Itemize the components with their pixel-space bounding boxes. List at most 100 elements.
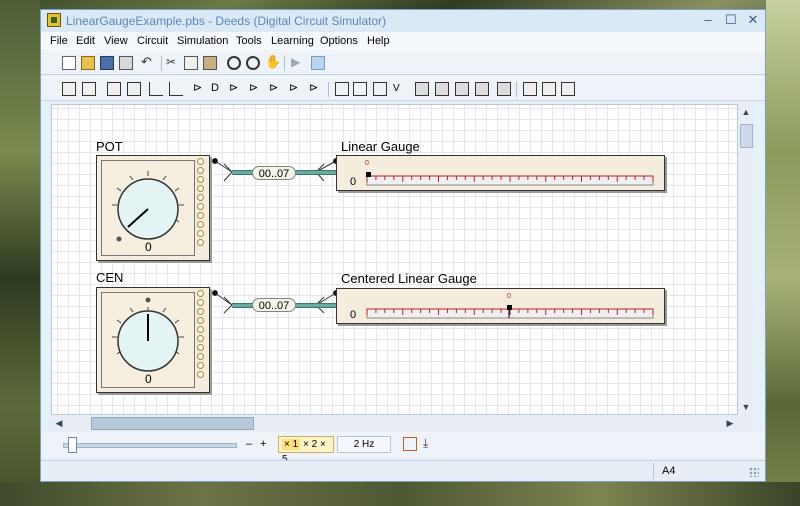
horizontal-scrollbar[interactable]: ◀ ▶ xyxy=(51,415,755,432)
open-icon[interactable] xyxy=(81,56,95,70)
toolbar-separator xyxy=(328,82,329,97)
flipflop-icon[interactable] xyxy=(335,82,349,96)
gauge1-label: Linear Gauge xyxy=(341,139,420,154)
display-2-icon[interactable] xyxy=(542,82,556,96)
menu-tools[interactable]: Tools xyxy=(236,35,262,47)
pot-component[interactable]: 0 xyxy=(96,155,210,261)
component-4-icon[interactable] xyxy=(127,82,141,96)
desktop-background-right xyxy=(766,0,800,506)
bus-label-1: 00..07 xyxy=(252,166,296,180)
resize-grip-icon[interactable] xyxy=(749,467,759,477)
scroll-right-icon[interactable]: ▶ xyxy=(723,416,737,430)
cen-dial-panel: 0 xyxy=(101,292,195,388)
speed-plus-button[interactable]: + xyxy=(260,438,266,450)
vertical-scroll-thumb[interactable] xyxy=(740,124,753,148)
bus-wiring xyxy=(212,158,339,314)
window-title: LinearGaugeExample.pbs - Deeds (Digital … xyxy=(66,14,387,28)
display-3-icon[interactable] xyxy=(561,82,575,96)
cen-value: 0 xyxy=(145,372,152,386)
cen-pins xyxy=(197,290,206,380)
chip-4-icon[interactable] xyxy=(455,82,469,96)
menu-view[interactable]: View xyxy=(104,35,128,47)
gate-nand-icon[interactable]: ⊳ xyxy=(289,82,303,96)
menu-options[interactable]: Options xyxy=(320,35,358,47)
gate-buffer-icon[interactable]: ⊳ xyxy=(193,82,207,96)
gauge2-label: Centered Linear Gauge xyxy=(341,271,477,286)
speed-minus-button[interactable]: – xyxy=(246,438,252,450)
speed-slider-track[interactable] xyxy=(63,443,237,448)
component-1-icon[interactable] xyxy=(62,82,76,96)
chip-2-icon[interactable] xyxy=(415,82,429,96)
minimize-button[interactable]: – xyxy=(699,12,717,28)
menu-file[interactable]: File xyxy=(50,35,68,47)
pot-label: POT xyxy=(96,139,123,154)
component-2-icon[interactable] xyxy=(82,82,96,96)
app-icon xyxy=(47,13,61,27)
component-toolbar: ⊳ D ⊳ ⊳ ⊳ ⊳ ⊳ V xyxy=(41,77,765,101)
cen-label: CEN xyxy=(96,270,124,285)
clock-frequency: 2 Hz xyxy=(337,436,391,453)
title-bar[interactable]: LinearGaugeExample.pbs - Deeds (Digital … xyxy=(41,10,765,32)
speed-x1-option[interactable]: × 1 xyxy=(282,439,301,450)
chip-6-icon[interactable] xyxy=(497,82,511,96)
status-bar: A4 xyxy=(41,460,765,481)
cut-icon[interactable]: ✂ xyxy=(166,56,180,70)
pan-hand-icon[interactable]: ✋ xyxy=(265,55,281,70)
paste-icon[interactable] xyxy=(203,56,217,70)
display-1-icon[interactable] xyxy=(523,82,537,96)
simulation-bar: – + × 1 × 2 × 5 2 Hz ⤓ xyxy=(41,432,765,465)
menu-help[interactable]: Help xyxy=(367,35,390,47)
gate-or-icon[interactable]: ⊳ xyxy=(229,82,243,96)
gate-nor-icon[interactable]: ⊳ xyxy=(309,82,323,96)
cen-component[interactable]: 0 xyxy=(96,287,210,393)
deeds-window: LinearGaugeExample.pbs - Deeds (Digital … xyxy=(40,9,766,482)
component-3-icon[interactable] xyxy=(107,82,121,96)
bus-label-2: 00..07 xyxy=(252,298,296,312)
scroll-left-icon[interactable]: ◀ xyxy=(52,416,66,430)
chip-5-icon[interactable] xyxy=(475,82,489,96)
pot-value: 0 xyxy=(145,240,152,254)
linear-gauge-component[interactable]: 0 0 xyxy=(336,155,665,191)
menu-edit[interactable]: Edit xyxy=(76,35,95,47)
stop-icon[interactable] xyxy=(311,56,325,70)
horizontal-scroll-thumb[interactable] xyxy=(91,417,254,430)
scroll-up-icon[interactable]: ▲ xyxy=(739,105,753,119)
print-icon[interactable] xyxy=(119,56,133,70)
component-5-icon[interactable] xyxy=(169,82,183,96)
menu-learning[interactable]: Learning xyxy=(271,35,314,47)
centered-gauge-component[interactable]: 0 0 xyxy=(336,288,665,324)
speed-multiplier[interactable]: × 1 × 2 × 5 xyxy=(278,436,334,465)
speed-x2-option[interactable]: × 2 xyxy=(303,439,317,450)
menu-circuit[interactable]: Circuit xyxy=(137,35,168,47)
new-icon[interactable] xyxy=(62,56,76,70)
timing-diagram-icon[interactable] xyxy=(403,437,417,451)
maximize-button[interactable]: ☐ xyxy=(722,12,740,28)
zoom-out-icon[interactable] xyxy=(246,56,260,70)
menu-simulation[interactable]: Simulation xyxy=(177,35,228,47)
desktop-background-bottom xyxy=(0,482,800,506)
speed-slider-thumb[interactable] xyxy=(68,437,77,453)
circuit-canvas[interactable]: POT 0 CEN 0 00..07 00..07 Linear Gauge 0… xyxy=(51,104,738,415)
scroll-down-icon[interactable]: ▼ xyxy=(739,400,753,414)
undo-icon[interactable]: ↶ xyxy=(141,55,155,70)
menu-bar: File Edit View Circuit Simulation Tools … xyxy=(41,32,765,50)
save-icon[interactable] xyxy=(100,56,114,70)
close-button[interactable]: ✕ xyxy=(744,12,762,28)
gate-and-icon[interactable]: D xyxy=(211,82,225,96)
demux-icon[interactable] xyxy=(373,82,387,96)
download-icon[interactable]: ⤓ xyxy=(423,437,437,451)
pot-pins xyxy=(197,158,206,248)
gauge1-scale xyxy=(366,172,654,186)
run-icon[interactable]: ▶ xyxy=(291,56,305,70)
chip-1-icon[interactable]: V xyxy=(393,82,407,96)
chip-3-icon[interactable] xyxy=(435,82,449,96)
main-toolbar: ↶ ✂ ✋ ▶ xyxy=(41,51,765,75)
vertical-scrollbar[interactable]: ▲ ▼ xyxy=(738,104,755,415)
copy-icon[interactable] xyxy=(184,56,198,70)
mux-icon[interactable] xyxy=(353,82,367,96)
zoom-in-icon[interactable] xyxy=(227,56,241,70)
status-separator xyxy=(653,463,654,479)
gate-xor-icon[interactable]: ⊳ xyxy=(249,82,263,96)
gate-not-icon[interactable]: ⊳ xyxy=(269,82,283,96)
wire-icon[interactable] xyxy=(149,82,163,96)
